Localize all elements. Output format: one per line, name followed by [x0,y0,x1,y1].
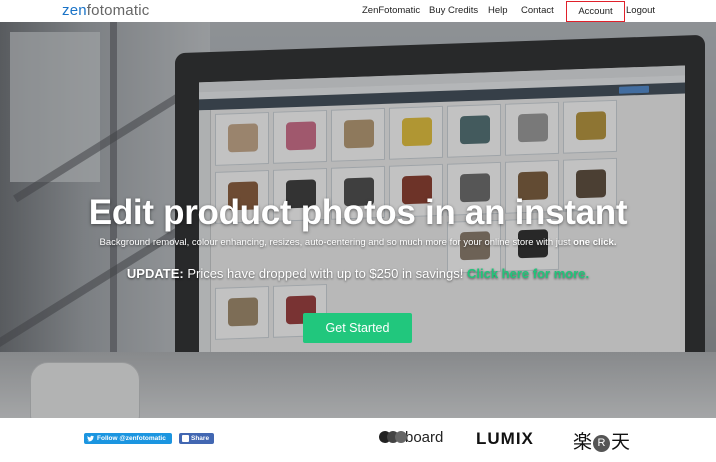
update-label: UPDATE: [126,266,184,281]
nav-link-logout[interactable]: Logout [626,5,655,16]
nav-link-zenfotomatic[interactable]: ZenFotomatic [362,5,420,16]
hero-update: UPDATE: Prices have dropped with up to $… [0,266,716,281]
facebook-share-button[interactable]: Share [179,433,214,444]
top-navbar: zenfotomatic ZenFotomatic Buy Credits He… [0,0,716,22]
get-started-button[interactable]: Get Started [303,313,412,343]
twitter-follow-label: Follow @zenfotomatic [97,435,166,442]
rakuten-r-icon: R [593,435,611,452]
partner-logo-lumix: LUMIX [476,429,534,448]
nav-link-account[interactable]: Account [566,1,625,22]
rakuten-right-char: 天 [611,432,631,453]
hero-subtitle-text: Background removal, colour enhancing, re… [99,237,571,248]
nav-link-help[interactable]: Help [488,5,508,16]
facebook-share-label: Share [191,435,210,442]
board-dots-icon [379,431,407,443]
logo-zen: zen [62,2,87,19]
hero-subtitle-bold: one click. [573,237,617,248]
logo-fotomatic: fotomatic [86,2,150,19]
hero-title: Edit product photos in an instant [88,193,628,232]
update-link[interactable]: Click here for more. [467,266,589,281]
partner-logo-board: board [379,429,443,447]
hero-subtitle: Background removal, colour enhancing, re… [0,237,716,248]
rakuten-left-char: 楽 [573,432,593,453]
update-text: Prices have dropped with up to $250 in s… [183,266,467,281]
nav-link-buy-credits[interactable]: Buy Credits [429,5,478,16]
facebook-icon [182,435,189,442]
site-logo[interactable]: zenfotomatic [62,2,149,19]
twitter-follow-button[interactable]: Follow @zenfotomatic [84,433,172,444]
hero-section: zenfotomatic Edit product photos in an i… [0,22,716,418]
partner-strip: Follow @zenfotomatic Share board LUMIX 楽… [0,418,716,462]
partner-logo-rakuten: 楽R天 [573,427,630,454]
nav-link-contact[interactable]: Contact [521,5,554,16]
board-text: board [405,429,444,446]
twitter-icon [87,435,94,442]
